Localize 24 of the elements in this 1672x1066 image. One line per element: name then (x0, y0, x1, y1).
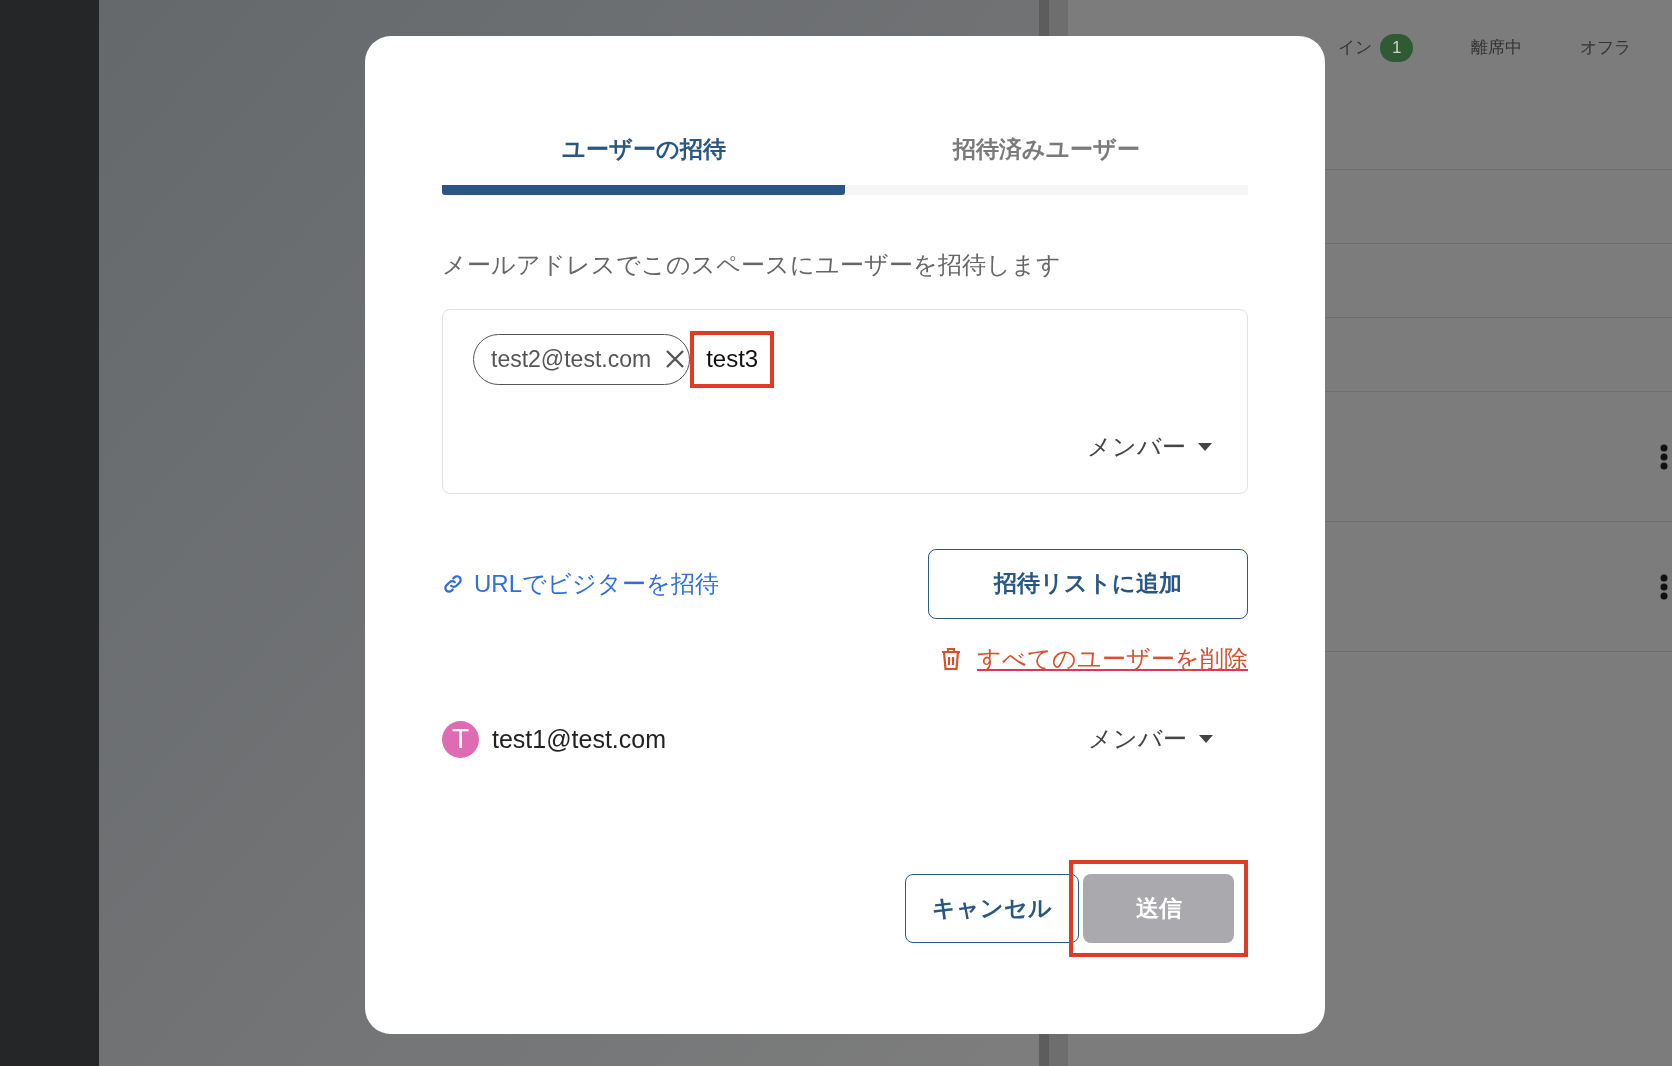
caret-icon (1199, 735, 1213, 744)
avatar: T (442, 720, 479, 758)
invitee-email: test1@test.com (492, 723, 667, 755)
link-icon (442, 572, 464, 595)
more-icon[interactable] (1660, 573, 1668, 600)
url-invite-link[interactable]: URLでビジターを招待 (442, 565, 719, 602)
email-field[interactable]: test2@test.com test3 メンバー (442, 308, 1248, 494)
dialog-tab[interactable]: ユーザーの招待 (442, 132, 845, 195)
more-icon[interactable] (1660, 443, 1668, 470)
cancel-button[interactable]: キャンセル (905, 874, 1079, 943)
status-tab[interactable]: オフラ (1580, 35, 1632, 61)
role-dropdown[interactable]: メンバー (1087, 428, 1212, 465)
trash-icon (941, 646, 961, 671)
role-dropdown[interactable]: メンバー (1088, 721, 1213, 758)
typed-text: test3 (690, 330, 775, 388)
close-icon[interactable] (665, 349, 686, 369)
delete-all-link[interactable]: すべてのユーザーを削除 (977, 640, 1248, 677)
add-to-list-button[interactable]: 招待リストに追加 (928, 548, 1248, 619)
count-badge: 1 (1380, 34, 1414, 62)
dialog-tab[interactable]: 招待済みユーザー (845, 132, 1248, 195)
description-text: メールアドレスでこのスペースにユーザーを招待します (442, 249, 1062, 280)
status-tab[interactable]: イン (1338, 35, 1372, 61)
status-tab[interactable]: 離席中 (1471, 35, 1523, 61)
caret-icon (1198, 442, 1212, 451)
